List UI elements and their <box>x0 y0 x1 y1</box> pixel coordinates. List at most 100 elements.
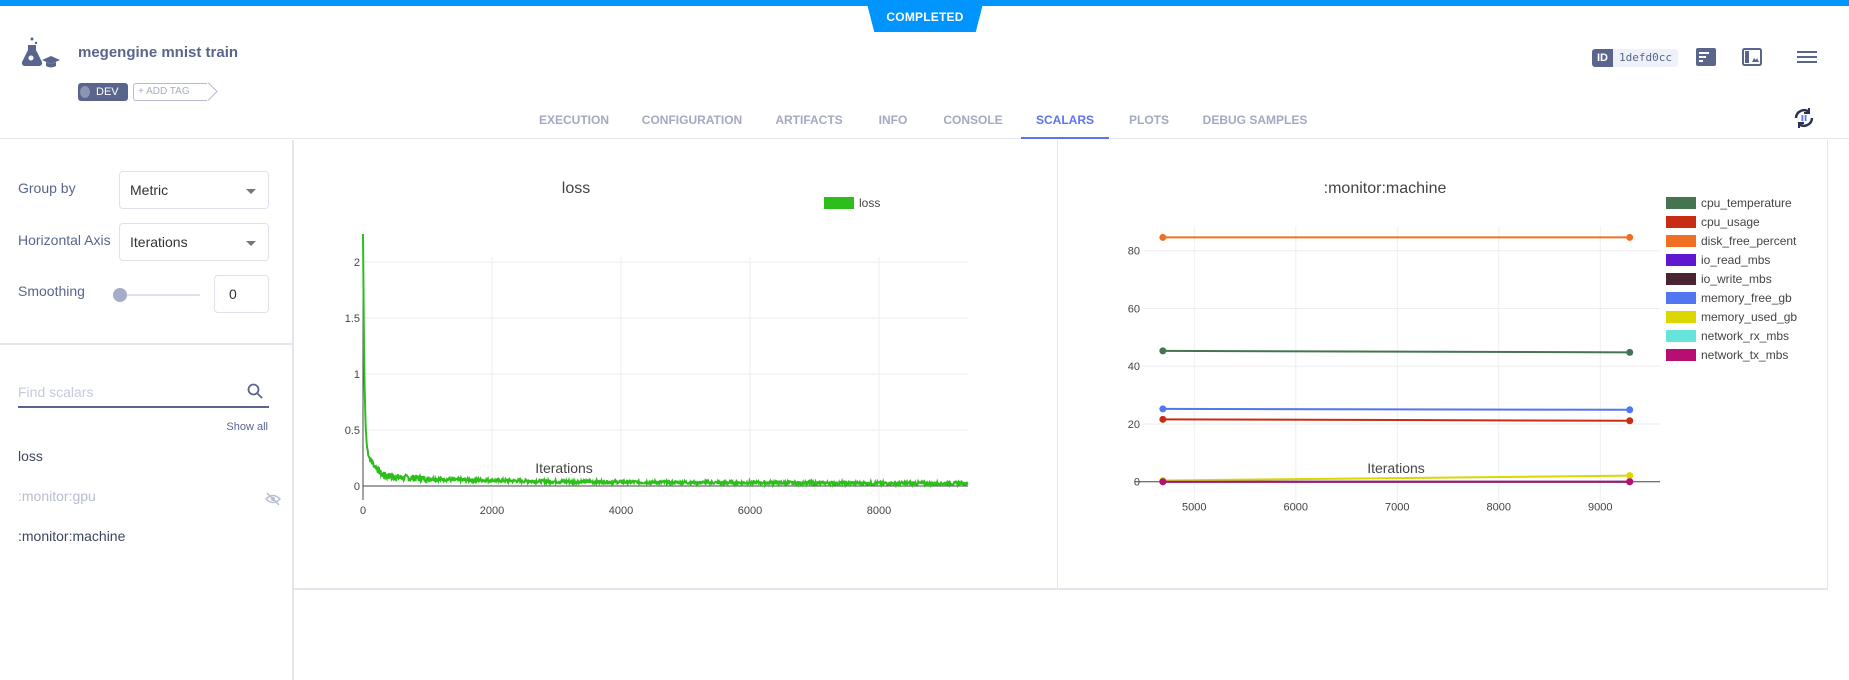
y-tick-label: 0.5 <box>345 425 360 437</box>
menu-icon[interactable] <box>1797 48 1817 66</box>
smoothing-slider-thumb[interactable] <box>113 288 127 302</box>
y-tick-label: 1.5 <box>345 313 360 325</box>
legend-swatch-disk_free_percent <box>1666 235 1696 247</box>
loss-chart-panel: 0 0.5 1 1.5 2 0 2000 4000 6000 8000 loss Iterations… <box>294 140 1058 590</box>
smoothing-slider-track[interactable] <box>120 294 200 296</box>
legend-swatch-cpu_usage <box>1666 216 1696 228</box>
experiment-icon <box>21 37 60 68</box>
tab-configuration[interactable]: CONFIGURATION <box>640 106 744 139</box>
chart-title: :monitor:machine <box>1324 180 1447 197</box>
tab-debug-samples[interactable]: DEBUG SAMPLES <box>1202 106 1308 139</box>
find-scalars-placeholder: Find scalars <box>18 384 94 400</box>
legend-swatch-memory_used_gb <box>1666 311 1696 323</box>
data-point-cpu_usage <box>1159 415 1167 423</box>
chevron-down-icon <box>246 241 256 246</box>
tab-info[interactable]: INFO <box>874 106 912 139</box>
data-point-memory_used_gb <box>1626 472 1634 480</box>
series-line-cpu_usage <box>1162 418 1630 422</box>
x-axis-label: Iterations <box>1367 460 1425 476</box>
tab-scalars[interactable]: SCALARS <box>1021 106 1109 139</box>
tab-plots[interactable]: PLOTS <box>1126 106 1172 139</box>
series-line-memory_used_gb <box>1162 474 1630 482</box>
series-line-memory_free_gb <box>1162 407 1630 411</box>
search-icon[interactable] <box>247 383 263 399</box>
data-point-cpu_usage <box>1626 417 1634 425</box>
y-tick-label: 0 <box>354 481 360 493</box>
data-point-disk_free_percent <box>1159 233 1167 241</box>
legend-swatch-io_write_mbs <box>1666 273 1696 285</box>
horizontal-axis-label: Horizontal Axis <box>18 232 111 248</box>
metric-item-monitor-gpu[interactable]: :monitor:gpu <box>18 488 96 504</box>
metric-item-loss[interactable]: loss <box>18 448 43 464</box>
legend-swatch-loss <box>824 197 854 209</box>
tag-dev[interactable]: DEV <box>78 83 128 101</box>
tab-console[interactable]: CONSOLE <box>942 106 1004 139</box>
divider <box>0 343 292 345</box>
data-point-memory_free_gb <box>1159 405 1167 413</box>
data-point-network_tx_mbs <box>1626 478 1634 486</box>
layout-toggle-icon[interactable] <box>1742 48 1762 66</box>
legend-swatch-io_read_mbs <box>1666 254 1696 266</box>
smoothing-input[interactable]: 0 <box>214 275 269 313</box>
data-point-network_tx_mbs <box>1159 478 1167 486</box>
details-panel-icon[interactable] <box>1696 48 1716 66</box>
legend-swatch-network_rx_mbs <box>1666 330 1696 342</box>
legend-swatch-cpu_temperature <box>1666 197 1696 209</box>
legend-label-disk_free_percent: disk_free_percent <box>1701 234 1797 248</box>
id-label: ID <box>1592 49 1613 67</box>
legend-label-cpu_temperature: cpu_temperature <box>1701 196 1792 210</box>
legend-label-io_write_mbs: io_write_mbs <box>1701 272 1772 286</box>
series-line-cpu_temperature <box>1162 349 1630 354</box>
x-tick-label: 8000 <box>1487 502 1511 514</box>
legend-label-memory_used_gb: memory_used_gb <box>1701 310 1797 324</box>
id-badge[interactable]: ID 1defd0cc <box>1592 49 1678 67</box>
gear-icon <box>80 86 90 98</box>
chevron-down-icon <box>246 189 256 194</box>
x-tick-label: 0 <box>360 505 366 517</box>
legend-swatch-memory_free_gb <box>1666 292 1696 304</box>
add-tag-button[interactable]: + ADD TAG <box>133 83 207 101</box>
tab-artifacts[interactable]: ARTIFACTS <box>774 106 844 139</box>
y-tick-label: 20 <box>1128 419 1140 431</box>
legend-label-loss: loss <box>859 196 880 210</box>
x-axis-label: Iterations <box>535 460 593 476</box>
machine-chart[interactable]: 0 20 40 60 80 5000 6000 7000 8000 9000:monitor:ma… <box>1058 140 1828 590</box>
x-tick-label: 2000 <box>480 505 504 517</box>
x-tick-label: 9000 <box>1588 502 1612 514</box>
group-by-select[interactable]: Metric <box>119 171 269 209</box>
experiment-title: megengine mnist train <box>78 44 239 61</box>
x-tick-label: 6000 <box>1284 502 1308 514</box>
y-tick-label: 2 <box>354 257 360 269</box>
horizontal-axis-select[interactable]: Iterations <box>119 223 269 261</box>
legend-label-memory_free_gb: memory_free_gb <box>1701 291 1792 305</box>
machine-chart-panel: 0 20 40 60 80 5000 6000 7000 8000 9000:monitor:ma… <box>1058 140 1828 590</box>
id-value: 1defd0cc <box>1613 49 1678 67</box>
data-point-cpu_temperature <box>1626 348 1634 356</box>
y-tick-label: 60 <box>1128 303 1140 315</box>
metric-item-monitor-machine[interactable]: :monitor:machine <box>18 528 125 544</box>
show-all-link[interactable]: Show all <box>226 421 268 433</box>
find-scalars-input[interactable]: Find scalars <box>18 380 269 408</box>
chart-title: loss <box>562 180 590 197</box>
eye-off-icon[interactable] <box>265 492 281 506</box>
auto-refresh-pause-icon[interactable] <box>1792 106 1816 130</box>
group-by-value: Metric <box>130 182 169 198</box>
horizontal-axis-value: Iterations <box>130 234 188 250</box>
legend-label-network_rx_mbs: network_rx_mbs <box>1701 329 1789 343</box>
tag-label: DEV <box>96 86 119 98</box>
x-tick-label: 5000 <box>1182 502 1206 514</box>
smoothing-label: Smoothing <box>18 283 85 299</box>
data-point-disk_free_percent <box>1626 233 1634 241</box>
x-tick-label: 7000 <box>1385 502 1409 514</box>
tab-bar: EXECUTION CONFIGURATION ARTIFACTS INFO C… <box>0 106 1849 139</box>
loss-chart[interactable]: 0 0.5 1 1.5 2 0 2000 4000 6000 8000 loss Iterations… <box>294 140 1058 590</box>
series-line-loss <box>362 233 969 489</box>
x-tick-label: 4000 <box>609 505 633 517</box>
y-tick-label: 80 <box>1128 246 1140 258</box>
legend-label-network_tx_mbs: network_tx_mbs <box>1701 348 1788 362</box>
tab-execution[interactable]: EXECUTION <box>538 106 610 139</box>
legend-label-cpu_usage: cpu_usage <box>1701 215 1760 229</box>
group-by-label: Group by <box>18 180 76 196</box>
y-tick-label: 40 <box>1128 361 1140 373</box>
data-point-cpu_temperature <box>1159 347 1167 355</box>
